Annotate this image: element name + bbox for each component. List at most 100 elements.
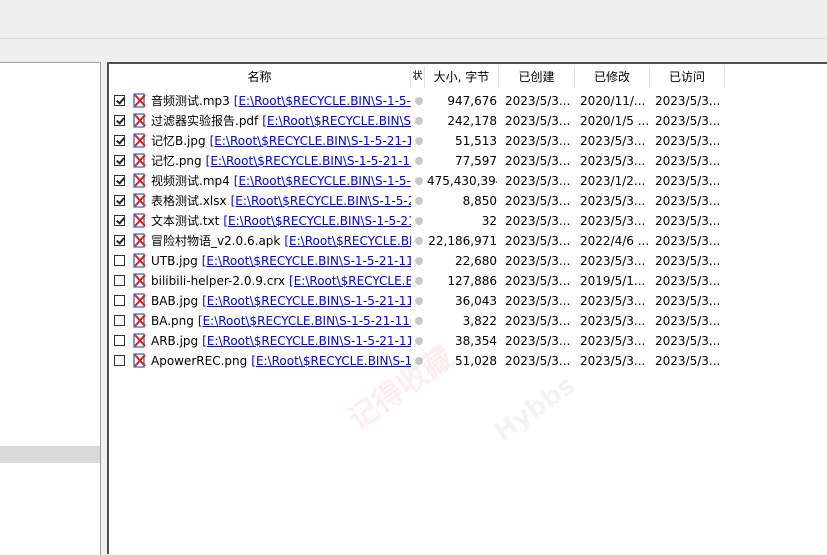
row-checkbox[interactable]: [114, 295, 125, 306]
table-row[interactable]: 记忆B.jpg [E:\Root\$RECYCLE.BIN\S-1-5-21-1 5…: [109, 131, 827, 151]
row-checkbox[interactable]: [114, 275, 125, 286]
file-size: 8,850: [462, 194, 497, 208]
file-modified: 2023/5/3...: [580, 154, 646, 168]
file-modified: 2019/5/1...: [580, 274, 646, 288]
file-created: 2023/5/3...: [505, 134, 571, 148]
status-dot-icon: [415, 137, 423, 145]
table-row[interactable]: 文本测试.txt [E:\Root\$RECYCLE.BIN\S-1-5-21 32…: [109, 211, 827, 231]
table-row[interactable]: BA.png [E:\Root\$RECYCLE.BIN\S-1-5-21-116…: [109, 311, 827, 331]
table-row[interactable]: UTB.jpg [E:\Root\$RECYCLE.BIN\S-1-5-21-11…: [109, 251, 827, 271]
file-created: 2023/5/3...: [505, 254, 571, 268]
row-checkbox[interactable]: [114, 155, 125, 166]
file-name-cell: ApowerREC.png [E:\Root\$RECYCLE.BIN\S-1-: [151, 351, 411, 371]
row-checkbox[interactable]: [114, 135, 125, 146]
broken-file-icon: [133, 353, 147, 368]
file-accessed: 2023/5/3...: [655, 314, 721, 328]
file-size: 22,680: [455, 254, 497, 268]
column-accessed[interactable]: 已访问: [650, 66, 725, 88]
file-name-cell: 记忆.png [E:\Root\$RECYCLE.BIN\S-1-5-21-11: [151, 151, 411, 171]
file-name-cell: 记忆B.jpg [E:\Root\$RECYCLE.BIN\S-1-5-21-1: [151, 131, 411, 151]
file-created: 2023/5/3...: [505, 194, 571, 208]
file-name-cell: ARB.jpg [E:\Root\$RECYCLE.BIN\S-1-5-21-11: [151, 331, 411, 351]
row-checkbox[interactable]: [114, 115, 125, 126]
tree-selected-item[interactable]: [0, 446, 100, 463]
file-accessed: 2023/5/3...: [655, 114, 721, 128]
broken-file-icon: [133, 313, 147, 328]
file-created: 2023/5/3...: [505, 214, 571, 228]
file-list-pane[interactable]: ︿ 名称 状 大小, 字节 已创建 已修改 已访问 音频测试.mp3 [E:\Ro…: [107, 62, 827, 554]
file-modified: 2022/4/6 ...: [580, 234, 650, 248]
row-checkbox[interactable]: [114, 355, 125, 366]
table-row[interactable]: 视频测试.mp4 [E:\Root\$RECYCLE.BIN\S-1-5-2 475…: [109, 171, 827, 191]
file-path-link[interactable]: [E:\Root\$RECYCLE.BIN\S-: [262, 114, 411, 128]
file-modified: 2023/5/3...: [580, 254, 646, 268]
file-path-link[interactable]: [E:\Root\$RECYCLE.BIN\S-1-5-21-11: [202, 334, 411, 348]
file-path-link[interactable]: [E:\Root\$RECYCLE.BIN\S-1-5-2: [234, 174, 411, 188]
file-path-link[interactable]: [E:\Root\$RECYCLE.BIN\S-1-: [251, 354, 411, 368]
file-size: 51,513: [455, 134, 497, 148]
file-path-link[interactable]: [E:\Root\$RECYCLE.BIN\S-1-5-21-11: [206, 154, 411, 168]
column-created[interactable]: 已创建: [499, 66, 575, 88]
status-dot-icon: [415, 157, 423, 165]
table-row[interactable]: ApowerREC.png [E:\Root\$RECYCLE.BIN\S-1- 5…: [109, 351, 827, 371]
column-name[interactable]: ︿ 名称: [109, 66, 411, 88]
file-name-cell: UTB.jpg [E:\Root\$RECYCLE.BIN\S-1-5-21-11: [151, 251, 411, 271]
file-accessed: 2023/5/3...: [655, 234, 721, 248]
file-name: 记忆B.jpg: [151, 134, 206, 148]
row-checkbox[interactable]: [114, 255, 125, 266]
file-accessed: 2023/5/3...: [655, 194, 721, 208]
column-attr[interactable]: 状: [411, 66, 425, 88]
column-modified-label: 已修改: [593, 70, 630, 84]
file-modified: 2023/5/3...: [580, 354, 646, 368]
file-path-link[interactable]: [E:\Root\$RECYCLE.BII: [289, 274, 411, 288]
table-row[interactable]: bilibili-helper-2.0.9.crx [E:\Root\$RECYC…: [109, 271, 827, 291]
file-created: 2023/5/3...: [505, 274, 571, 288]
table-row[interactable]: 过滤器实验报告.pdf [E:\Root\$RECYCLE.BIN\S- 242,1…: [109, 111, 827, 131]
status-dot-icon: [415, 197, 423, 205]
table-row[interactable]: 表格测试.xlsx [E:\Root\$RECYCLE.BIN\S-1-5-2 8,…: [109, 191, 827, 211]
row-checkbox[interactable]: [114, 235, 125, 246]
file-accessed: 2023/5/3...: [655, 334, 721, 348]
row-checkbox[interactable]: [114, 315, 125, 326]
file-name: 视频测试.mp4: [151, 174, 230, 188]
row-checkbox[interactable]: [114, 335, 125, 346]
file-path-link[interactable]: [E:\Root\$RECYCLE.BIN\S-1-5-2: [234, 94, 411, 108]
file-size: 77,597: [455, 154, 497, 168]
column-size[interactable]: 大小, 字节: [425, 66, 499, 88]
file-size: 947,676: [447, 94, 497, 108]
column-modified[interactable]: 已修改: [575, 66, 650, 88]
file-modified: 2023/5/3...: [580, 194, 646, 208]
row-checkbox[interactable]: [114, 95, 125, 106]
file-created: 2023/5/3...: [505, 314, 571, 328]
file-accessed: 2023/5/3...: [655, 294, 721, 308]
status-dot-icon: [415, 117, 423, 125]
file-path-link[interactable]: [E:\Root\$RECYCLE.BIN: [284, 234, 411, 248]
table-row[interactable]: 记忆.png [E:\Root\$RECYCLE.BIN\S-1-5-21-11 7…: [109, 151, 827, 171]
table-row[interactable]: 音频测试.mp3 [E:\Root\$RECYCLE.BIN\S-1-5-2 947…: [109, 91, 827, 111]
title-bar: [0, 0, 827, 38]
file-path-link[interactable]: [E:\Root\$RECYCLE.BIN\S-1-5-21: [223, 214, 411, 228]
file-name-cell: 过滤器实验报告.pdf [E:\Root\$RECYCLE.BIN\S-: [151, 111, 411, 131]
status-dot-icon: [415, 237, 423, 245]
file-path-link[interactable]: [E:\Root\$RECYCLE.BIN\S-1-5-21-1: [210, 134, 411, 148]
file-path-link[interactable]: [E:\Root\$RECYCLE.BIN\S-1-5-21-11: [202, 294, 411, 308]
file-modified: 2023/5/3...: [580, 314, 646, 328]
file-name: 表格测试.xlsx: [151, 194, 227, 208]
row-checkbox[interactable]: [114, 215, 125, 226]
row-checkbox[interactable]: [114, 175, 125, 186]
file-path-link[interactable]: [E:\Root\$RECYCLE.BIN\S-1-5-21-11: [202, 254, 411, 268]
sort-ascending-icon: ︿: [257, 66, 265, 74]
file-created: 2023/5/3...: [505, 354, 571, 368]
file-name-cell: 表格测试.xlsx [E:\Root\$RECYCLE.BIN\S-1-5-2: [151, 191, 411, 211]
table-row[interactable]: ARB.jpg [E:\Root\$RECYCLE.BIN\S-1-5-21-11…: [109, 331, 827, 351]
file-path-link[interactable]: [E:\Root\$RECYCLE.BIN\S-1-5-21-116: [198, 314, 411, 328]
file-path-link[interactable]: [E:\Root\$RECYCLE.BIN\S-1-5-2: [231, 194, 411, 208]
table-row[interactable]: 冒险村物语_v2.0.6.apk [E:\Root\$RECYCLE.BIN 22,…: [109, 231, 827, 251]
folder-tree-pane[interactable]: [0, 62, 101, 555]
file-name: BA.png: [151, 314, 194, 328]
broken-file-icon: [133, 213, 147, 228]
table-row[interactable]: BAB.jpg [E:\Root\$RECYCLE.BIN\S-1-5-21-11…: [109, 291, 827, 311]
status-dot-icon: [415, 357, 423, 365]
row-checkbox[interactable]: [114, 195, 125, 206]
file-size: 475,430,394: [427, 174, 497, 188]
